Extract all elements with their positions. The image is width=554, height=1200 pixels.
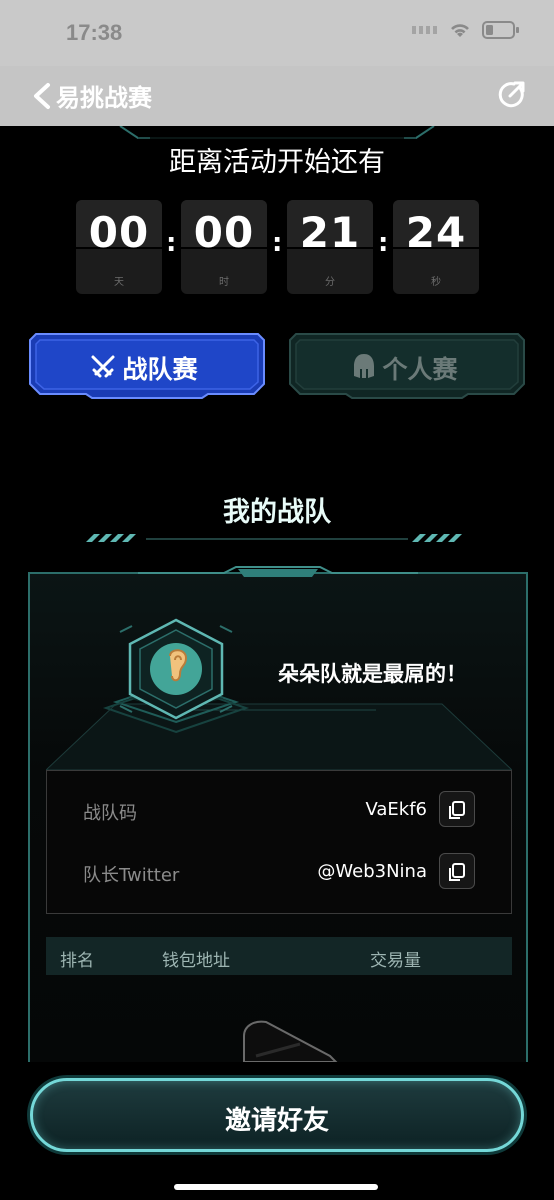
invite-friends-label: 邀请好友 bbox=[224, 1106, 329, 1136]
tab-solo-label: 个人赛 bbox=[382, 355, 458, 384]
countdown-separator: : bbox=[166, 228, 177, 258]
column-volume: 交易量 bbox=[370, 951, 421, 971]
ranking-table-header: 排名 钱包地址 交易量 bbox=[46, 937, 512, 975]
tab-solo-battle[interactable]: 个人赛 bbox=[288, 332, 526, 400]
captain-twitter-row: 队长Twitter @Web3Nina bbox=[47, 845, 511, 901]
home-indicator bbox=[174, 1184, 378, 1190]
copy-team-code-button[interactable] bbox=[439, 791, 475, 827]
card-top-decor bbox=[138, 566, 418, 577]
column-rank: 排名 bbox=[60, 951, 94, 971]
countdown-days: 00 天 bbox=[76, 200, 162, 294]
status-indicators bbox=[412, 20, 520, 40]
copy-icon bbox=[449, 801, 465, 819]
countdown-hours: 00 时 bbox=[181, 200, 267, 294]
countdown-seconds-value: 24 bbox=[405, 208, 467, 257]
share-icon[interactable] bbox=[496, 78, 528, 110]
invite-friends-button[interactable]: 邀请好友 bbox=[30, 1078, 524, 1152]
countdown-days-value: 00 bbox=[88, 208, 150, 257]
countdown-minutes-unit: 分 bbox=[325, 277, 335, 288]
team-name: 朵朵队就是最屌的！ bbox=[278, 662, 467, 686]
section-title: 我的战队 bbox=[223, 497, 331, 528]
empty-state-illustration bbox=[243, 1020, 338, 1062]
team-emblem bbox=[102, 618, 250, 734]
signal-icon bbox=[412, 26, 438, 34]
nav-bar: 易挑战赛 bbox=[0, 66, 554, 126]
countdown-minutes: 21 分 bbox=[287, 200, 373, 294]
copy-captain-twitter-button[interactable] bbox=[439, 853, 475, 889]
copy-icon bbox=[449, 863, 465, 881]
wifi-icon bbox=[451, 24, 469, 37]
countdown-days-unit: 天 bbox=[114, 277, 124, 288]
countdown-seconds-unit: 秒 bbox=[431, 277, 441, 288]
countdown-seconds: 24 秒 bbox=[393, 200, 479, 294]
countdown-hours-value: 00 bbox=[193, 208, 255, 257]
team-code-value: VaEkf6 bbox=[365, 799, 427, 820]
team-code-label: 战队码 bbox=[83, 803, 137, 824]
column-wallet: 钱包地址 bbox=[162, 951, 230, 971]
status-bar: 17:38 bbox=[0, 0, 554, 66]
countdown-hours-unit: 时 bbox=[219, 277, 229, 288]
tab-team-battle[interactable]: 战队赛 bbox=[28, 332, 266, 400]
status-time: 17:38 bbox=[66, 20, 123, 45]
captain-twitter-label: 队长Twitter bbox=[83, 865, 180, 886]
page-title: 易挑战赛 bbox=[56, 84, 152, 112]
team-code-row: 战队码 VaEkf6 bbox=[47, 783, 511, 839]
section-title-decor bbox=[86, 534, 462, 542]
countdown-title: 距离活动开始还有 bbox=[169, 147, 385, 178]
team-info-box: 战队码 VaEkf6 队长Twitter @Web3Nina bbox=[46, 770, 512, 914]
captain-twitter-value: @Web3Nina bbox=[317, 861, 427, 882]
countdown-separator: : bbox=[272, 228, 283, 258]
countdown-minutes-value: 21 bbox=[299, 208, 361, 257]
countdown-separator: : bbox=[378, 228, 389, 258]
tab-team-label: 战队赛 bbox=[122, 355, 198, 384]
battery-icon bbox=[482, 21, 519, 39]
